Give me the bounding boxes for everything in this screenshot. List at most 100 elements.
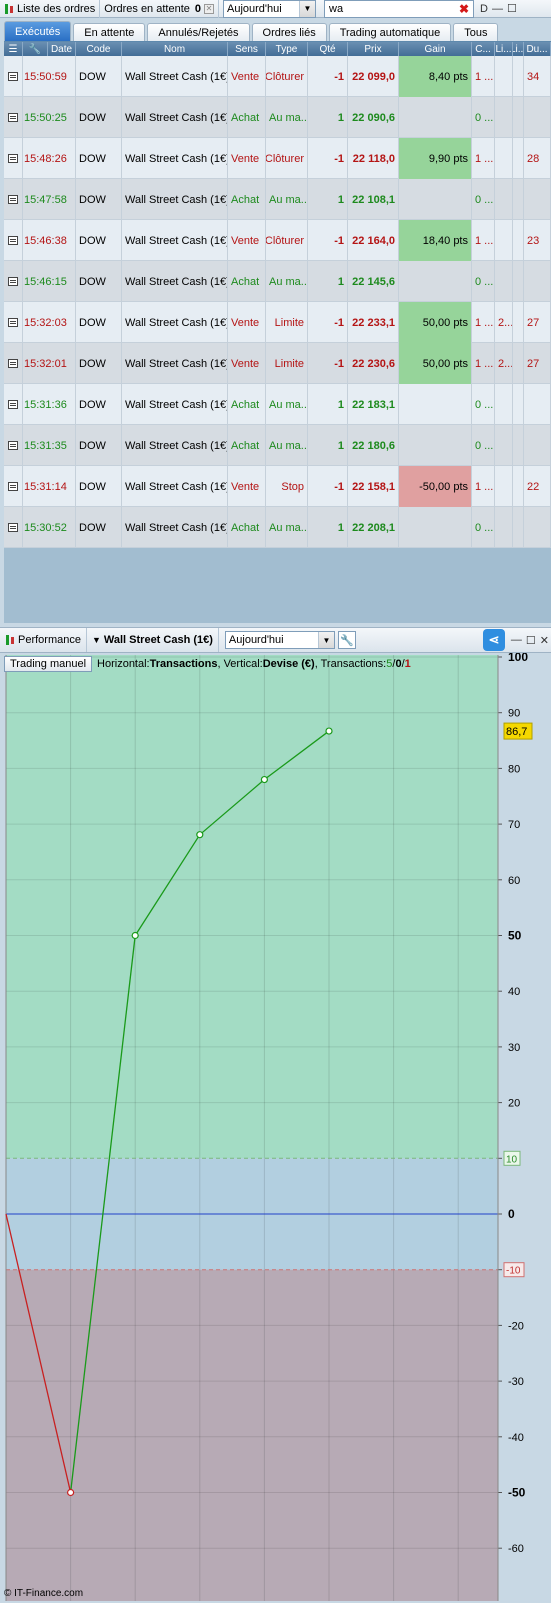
cell-name: Wall Street Cash (1€) [122,384,228,425]
pending-orders-tab[interactable]: Ordres en attente 0 ✕ [100,0,219,18]
cell-code: DOW [76,507,122,548]
cell-icon [4,507,23,548]
tab-auto-trading[interactable]: Trading automatique [328,23,452,41]
share-icon[interactable]: ⋖ [482,629,505,651]
col-li1[interactable]: Li... [495,42,513,56]
col-date[interactable]: Date [48,42,76,56]
chevron-down-icon[interactable]: ▼ [317,632,334,648]
table-row[interactable]: 15:31:36 DOW Wall Street Cash (1€) Achat Au … [4,384,551,425]
tab-linked[interactable]: Ordres liés [251,23,327,41]
cell-c: 0 ... [472,97,495,138]
settings-wrench-icon[interactable]: 🔧 [337,631,356,649]
manual-trading-button[interactable]: Trading manuel [4,656,93,672]
perf-period-select[interactable]: Aujourd'hui ▼ [224,631,335,649]
order-detail-icon[interactable] [8,154,18,163]
cell-type: Limite [266,302,308,343]
order-detail-icon[interactable] [8,72,18,81]
cell-du: 34 [524,56,551,97]
cell-time: 15:46:15 [24,261,76,302]
col-type[interactable]: Type [266,42,308,56]
cell-du: 22 [524,466,551,507]
cell-l1 [495,179,513,220]
table-row[interactable]: 15:31:14 DOW Wall Street Cash (1€) Vente Sto… [4,466,551,507]
col-qty[interactable]: Qté [308,42,348,56]
cell-side: Vente [228,138,266,179]
col-gain[interactable]: Gain [399,42,472,56]
cell-code: DOW [76,384,122,425]
minimize-icon[interactable]: — [492,3,503,15]
cell-type: Limite [266,343,308,384]
performance-chart[interactable]: 100 90 80 70 60 50 40 30 20 0 -20 -30 -40 -50 -60 10 -10… [0,653,551,1603]
table-row[interactable]: 15:31:35 DOW Wall Street Cash (1€) Achat Au … [4,425,551,466]
cell-l1 [495,56,513,97]
table-row[interactable]: 15:50:25 DOW Wall Street Cash (1€) Achat Au … [4,97,551,138]
cell-gain: 8,40 pts [399,56,472,97]
close-window-icon[interactable]: ✕ [540,634,549,647]
table-body: 15:50:59 DOW Wall Street Cash (1€) Vente Clô… [4,56,551,548]
table-row[interactable]: 15:46:15 DOW Wall Street Cash (1€) Achat Au … [4,261,551,302]
tab-cancelled[interactable]: Annulés/Rejetés [147,23,250,41]
col-li2[interactable]: Li... [513,42,524,56]
cell-icon [4,343,23,384]
col-side[interactable]: Sens [228,42,266,56]
order-detail-icon[interactable] [8,482,18,491]
table-row[interactable]: 15:47:58 DOW Wall Street Cash (1€) Achat Au … [4,179,551,220]
candlestick-icon [5,634,15,646]
order-detail-icon[interactable] [8,236,18,245]
order-detail-icon[interactable] [8,113,18,122]
clear-search-icon[interactable]: ✖ [459,2,469,16]
col-price[interactable]: Prix [348,42,399,56]
order-detail-icon[interactable] [8,195,18,204]
order-detail-icon[interactable] [8,277,18,286]
col-c[interactable]: C... [472,42,495,56]
close-icon[interactable]: ✕ [204,3,214,14]
info-v-prefix: , Vertical: [217,658,263,670]
table-row[interactable]: 15:50:59 DOW Wall Street Cash (1€) Vente Clô… [4,56,551,97]
tab-all[interactable]: Tous [453,23,499,41]
cell-c: 0 ... [472,261,495,302]
col-du[interactable]: Du... [524,42,551,56]
cell-du: 27 [524,302,551,343]
cell-name: Wall Street Cash (1€) [122,507,228,548]
cell-time: 15:32:01 [24,343,76,384]
orders-list-tab[interactable]: Liste des ordres [0,0,101,18]
table-row[interactable]: 15:30:52 DOW Wall Street Cash (1€) Achat Au … [4,507,551,548]
minimize-icon[interactable]: — [511,634,522,646]
order-detail-icon[interactable] [8,441,18,450]
maximize-icon[interactable]: ☐ [507,2,517,15]
table-row[interactable]: 15:48:26 DOW Wall Street Cash (1€) Vente Clô… [4,138,551,179]
cell-du: 28 [524,138,551,179]
period-select[interactable]: Aujourd'hui ▼ [223,0,316,18]
y-tick-label: 80 [508,763,520,775]
cell-name: Wall Street Cash (1€) [122,179,228,220]
instrument-selector[interactable]: ▼ Wall Street Cash (1€) [87,628,219,652]
cell-du: 27 [524,343,551,384]
performance-tab[interactable]: Performance [0,628,87,652]
cell-price: 22 183,1 [348,384,399,425]
cell-type: Clôturer [266,56,308,97]
table-row[interactable]: 15:32:03 DOW Wall Street Cash (1€) Vente Lim… [4,302,551,343]
cell-l2 [513,507,524,548]
cell-code: DOW [76,220,122,261]
table-row[interactable]: 15:46:38 DOW Wall Street Cash (1€) Vente Clô… [4,220,551,261]
tab-pending[interactable]: En attente [73,23,146,41]
col-code[interactable]: Code [76,42,122,56]
table-row[interactable]: 15:32:01 DOW Wall Street Cash (1€) Vente Lim… [4,343,551,384]
search-input[interactable]: wa ✖ [324,0,474,18]
order-detail-icon[interactable] [8,359,18,368]
order-detail-icon[interactable] [8,318,18,327]
threshold-upper-label: 10 [506,1154,518,1165]
cell-type: Au ma... [266,97,308,138]
col-name[interactable]: Nom [122,42,228,56]
list-icon[interactable]: ☰ [4,42,23,56]
order-detail-icon[interactable] [8,400,18,409]
wrench-icon[interactable]: 🔧 [23,42,48,56]
chevron-down-icon[interactable]: ▼ [299,0,315,17]
cell-l2 [513,138,524,179]
maximize-icon[interactable]: ☐ [526,634,536,647]
order-detail-icon[interactable] [8,523,18,532]
cell-l2 [513,97,524,138]
info-t-red: 1 [404,658,411,670]
tab-executed[interactable]: Exécutés [4,21,72,41]
cell-qty: 1 [308,97,348,138]
